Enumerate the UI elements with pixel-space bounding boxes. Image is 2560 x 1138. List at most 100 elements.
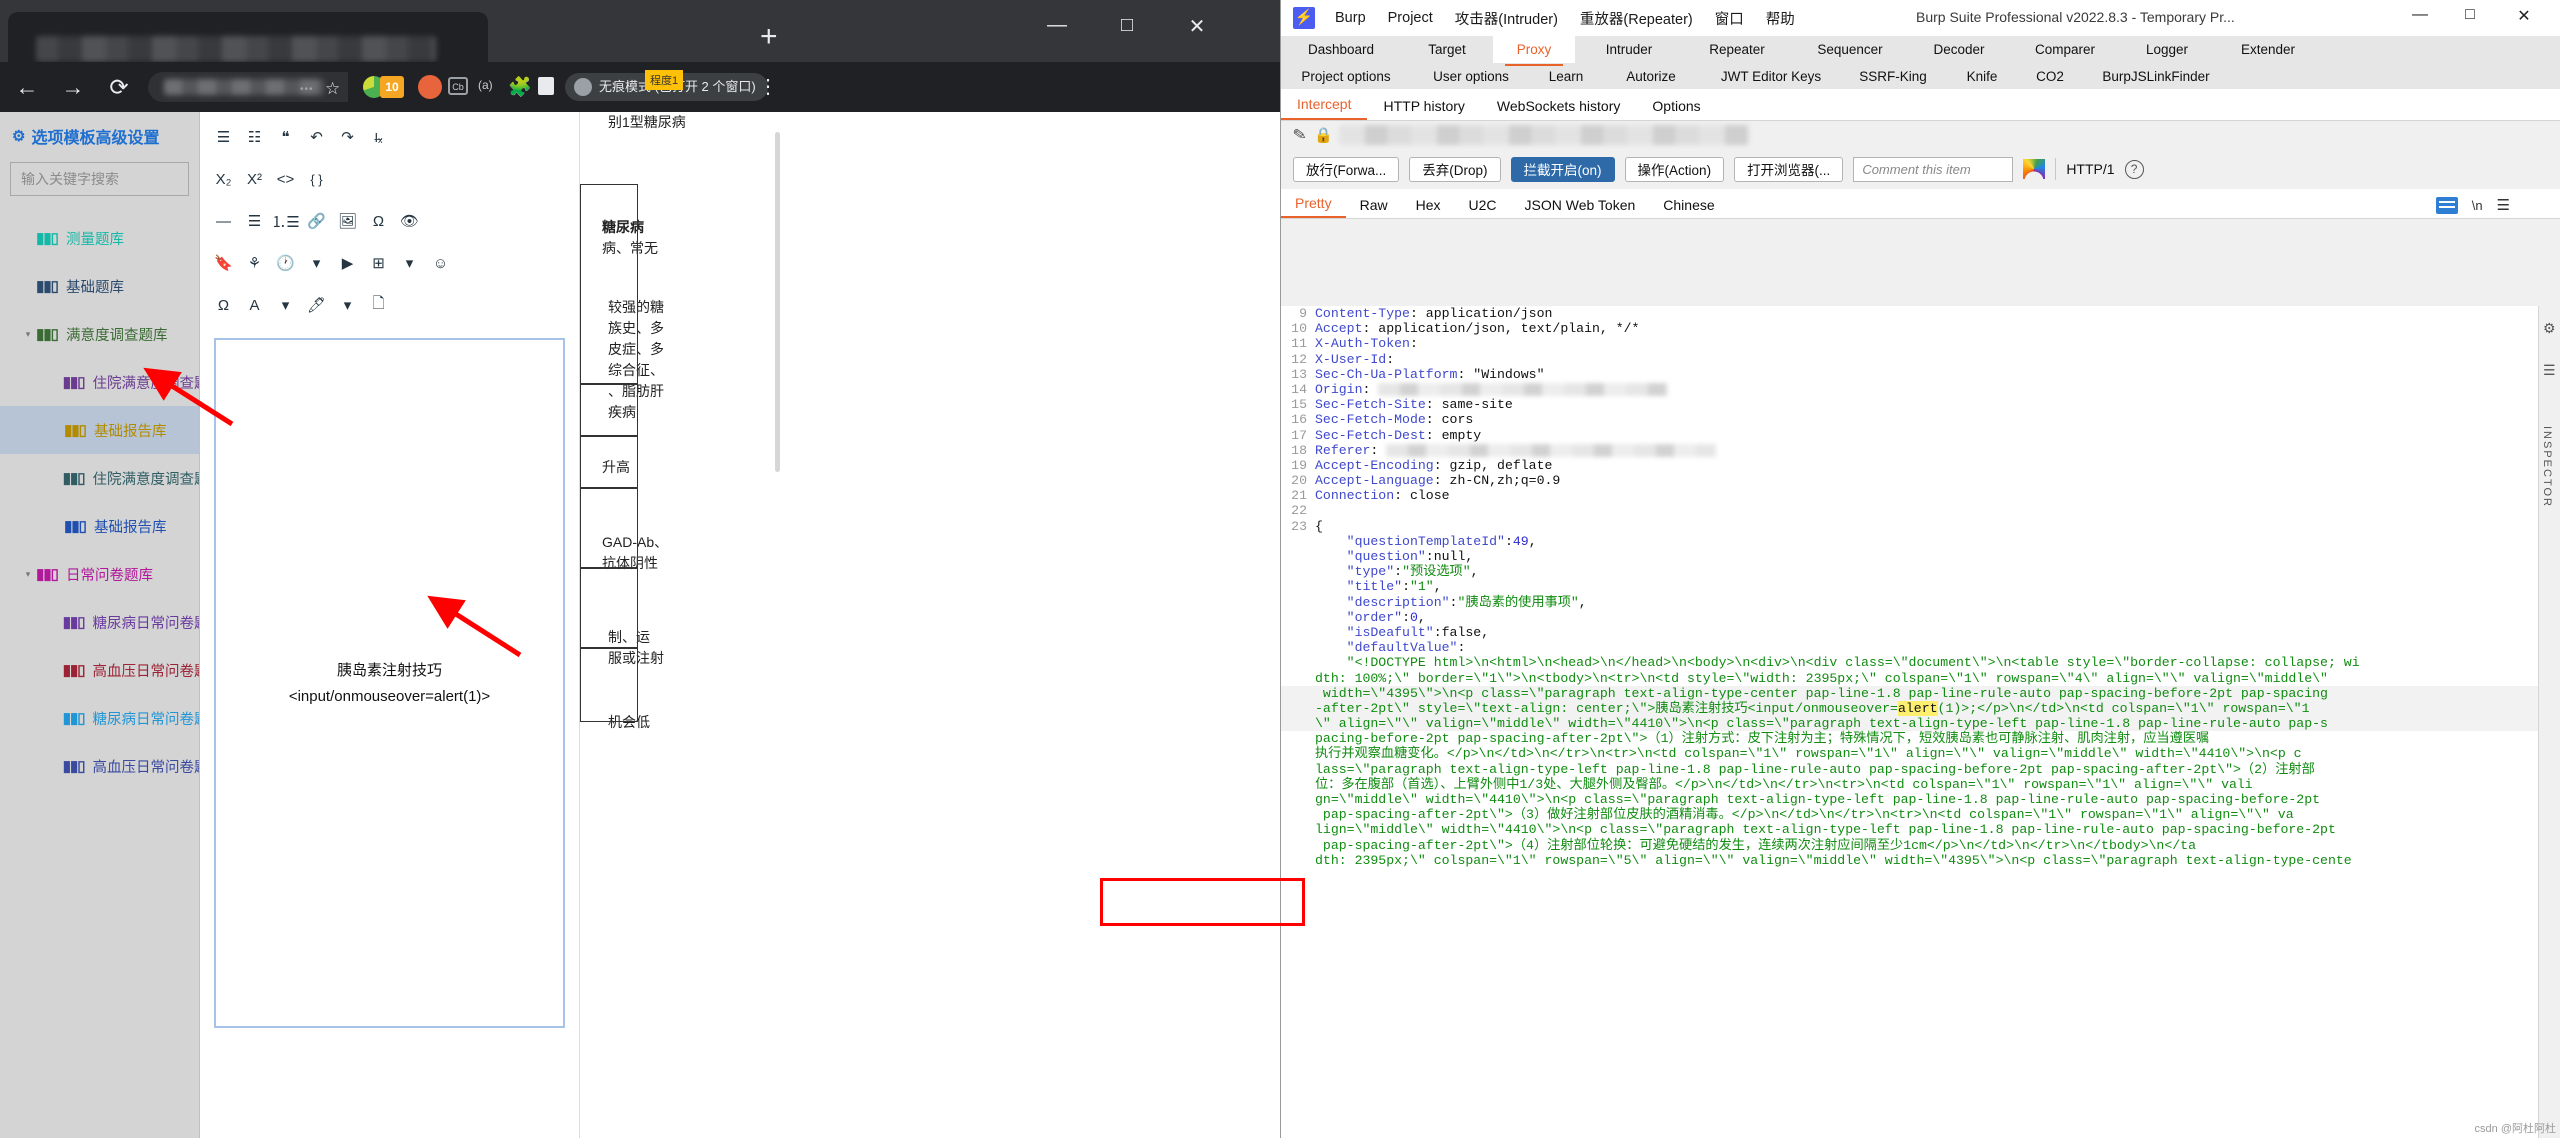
tab-sequencer[interactable]: Sequencer: [1791, 36, 1909, 63]
ext-tab-co2[interactable]: CO2: [2019, 69, 2081, 84]
ext-tab-jwt-editor-keys[interactable]: JWT Editor Keys: [1701, 69, 1841, 84]
chevron-down-icon[interactable]: ▾: [332, 290, 363, 321]
extension-aa-icon[interactable]: (a): [478, 78, 493, 92]
back-icon[interactable]: ←: [10, 74, 44, 100]
extensions-puzzle-icon[interactable]: 🧩: [508, 75, 532, 99]
gear-icon[interactable]: ⚙: [2543, 320, 2556, 337]
quote-icon[interactable]: ❝: [270, 122, 301, 153]
burp-close-button[interactable]: ✕: [2504, 6, 2544, 26]
intercept-toggle-button[interactable]: 拦截开启(on): [1511, 157, 1615, 182]
format-icon[interactable]: [2436, 197, 2458, 214]
chrome-maximize-button[interactable]: □: [1110, 14, 1144, 37]
undo-icon[interactable]: ↶: [301, 122, 332, 153]
subscript-icon[interactable]: X₂: [208, 164, 239, 195]
sidebar-item-1[interactable]: ▮▮▯基础题库: [0, 262, 199, 310]
chrome-close-button[interactable]: ✕: [1180, 14, 1214, 39]
address-overflow-icon[interactable]: •••: [300, 84, 314, 95]
chrome-minimize-button[interactable]: —: [1040, 14, 1074, 37]
sidebar-item-2[interactable]: ▾▮▮▯满意度调查题库: [0, 310, 199, 358]
tab-logger[interactable]: Logger: [2121, 36, 2213, 63]
reload-icon[interactable]: ⟳: [102, 74, 136, 100]
open-browser-button[interactable]: 打开浏览器(...: [1734, 157, 1843, 182]
clock-icon[interactable]: 🕐: [270, 248, 301, 279]
subtab-options[interactable]: Options: [1636, 98, 1716, 120]
burp-menu-project[interactable]: Project: [1388, 10, 1433, 26]
extension-box-icon[interactable]: Cb: [448, 77, 468, 95]
anchor-icon[interactable]: ⚘: [239, 248, 270, 279]
format-tab-chinese[interactable]: Chinese: [1649, 197, 1728, 218]
browser-tab[interactable]: [8, 12, 488, 62]
burp-menu-[interactable]: 窗口: [1715, 8, 1744, 29]
sidebar-item-0[interactable]: ▮▮▯测量题库: [0, 214, 199, 262]
page-icon[interactable]: 🗋: [363, 290, 394, 321]
format-tab-hex[interactable]: Hex: [1402, 197, 1455, 218]
side-panel-icon[interactable]: [538, 77, 554, 95]
sidebar-item-4[interactable]: ▮▮▯基础报告库: [0, 406, 199, 454]
tab-dashboard[interactable]: Dashboard: [1281, 36, 1401, 63]
tab-decoder[interactable]: Decoder: [1909, 36, 2009, 63]
code-block-icon[interactable]: { }: [301, 164, 332, 195]
new-tab-button[interactable]: +: [760, 22, 778, 52]
sidebar-item-10[interactable]: ▮▮▯糖尿病日常问卷题: [0, 694, 199, 742]
tab-proxy[interactable]: Proxy: [1493, 36, 1575, 63]
editor-document-area[interactable]: 胰岛素注射技巧 <input/onmouseover=alert(1)>: [214, 338, 565, 1028]
subtab-websockets-history[interactable]: WebSockets history: [1481, 98, 1636, 120]
address-bar[interactable]: [148, 72, 348, 102]
chrome-menu-icon[interactable]: ⋮: [758, 74, 778, 99]
burp-menu-burp[interactable]: Burp: [1335, 10, 1366, 26]
sidebar-item-3[interactable]: ▮▮▯住院满意度调查题: [0, 358, 199, 406]
drop-button[interactable]: 丢弃(Drop): [1409, 157, 1500, 182]
sidebar-item-11[interactable]: ▮▮▯高血压日常问卷题: [0, 742, 199, 790]
extension-counter-badge[interactable]: 10: [380, 76, 404, 98]
ext-tab-burpjslinkfinder[interactable]: BurpJSLinkFinder: [2081, 69, 2231, 84]
tab-target[interactable]: Target: [1401, 36, 1493, 63]
ext-tab-project-options[interactable]: Project options: [1281, 69, 1411, 84]
format-tab-raw[interactable]: Raw: [1346, 197, 1402, 218]
subtab-intercept[interactable]: Intercept: [1281, 96, 1367, 120]
action-button[interactable]: 操作(Action): [1625, 157, 1725, 182]
eye-icon[interactable]: 👁: [394, 206, 425, 237]
tab-intruder[interactable]: Intruder: [1575, 36, 1683, 63]
forward-button[interactable]: 放行(Forwa...: [1293, 157, 1399, 182]
emoji-icon[interactable]: ☺: [425, 248, 456, 279]
comment-input[interactable]: Comment this item: [1853, 157, 2013, 182]
ext-tab-ssrf-king[interactable]: SSRF-King: [1841, 69, 1945, 84]
sidebar-item-5[interactable]: ▮▮▯住院满意度调查题: [0, 454, 199, 502]
chevron-down-icon[interactable]: ▾: [394, 248, 425, 279]
bullet-list-icon[interactable]: ☰: [239, 206, 270, 237]
list-icon[interactable]: ☰: [2543, 362, 2556, 379]
video-icon[interactable]: ▶: [332, 248, 363, 279]
burp-maximize-button[interactable]: □: [2450, 6, 2490, 24]
align-icon[interactable]: ☰: [208, 122, 239, 153]
sidebar-item-8[interactable]: ▮▮▯糖尿病日常问卷题: [0, 598, 199, 646]
link-icon[interactable]: 🔗: [301, 206, 332, 237]
ext-tab-learn[interactable]: Learn: [1531, 69, 1601, 84]
sidebar-item-9[interactable]: ▮▮▯高血压日常问卷题: [0, 646, 199, 694]
format-tab-json-web-token[interactable]: JSON Web Token: [1511, 197, 1650, 218]
tab-comparer[interactable]: Comparer: [2009, 36, 2121, 63]
ext-tab-user-options[interactable]: User options: [1411, 69, 1531, 84]
chevron-down-icon[interactable]: ▾: [301, 248, 332, 279]
http-version-label[interactable]: HTTP/1: [2066, 161, 2114, 177]
extension-circle-icon[interactable]: [418, 75, 442, 99]
sidebar-item-6[interactable]: ▮▮▯基础报告库: [0, 502, 199, 550]
tab-extender[interactable]: Extender: [2213, 36, 2323, 63]
highlight-icon[interactable]: 🖊: [301, 290, 332, 321]
burp-menu-repeater[interactable]: 重放器(Repeater): [1580, 8, 1693, 29]
bookmark-icon[interactable]: 🔖: [208, 248, 239, 279]
format-tab-u2c[interactable]: U2C: [1455, 197, 1511, 218]
text-color-icon[interactable]: A: [239, 290, 270, 321]
chevron-down-icon[interactable]: ▾: [20, 569, 36, 580]
subtab-http-history[interactable]: HTTP history: [1367, 98, 1480, 120]
burp-menu-intruder[interactable]: 攻击器(Intruder): [1455, 8, 1558, 29]
http-request-viewer[interactable]: 9Content-Type: application/json10Accept:…: [1281, 306, 2539, 1138]
burp-menu-[interactable]: 帮助: [1766, 8, 1795, 29]
chevron-down-icon[interactable]: ▾: [20, 329, 36, 340]
table-icon[interactable]: ⊞: [363, 248, 394, 279]
format-tab-pretty[interactable]: Pretty: [1281, 195, 1346, 218]
horizontal-rule-icon[interactable]: —: [208, 206, 239, 237]
numbered-list-icon[interactable]: ⒈☰: [270, 206, 301, 237]
help-icon[interactable]: ?: [2125, 160, 2144, 179]
newline-icon[interactable]: \n: [2472, 198, 2483, 213]
omega-icon[interactable]: Ω: [208, 290, 239, 321]
